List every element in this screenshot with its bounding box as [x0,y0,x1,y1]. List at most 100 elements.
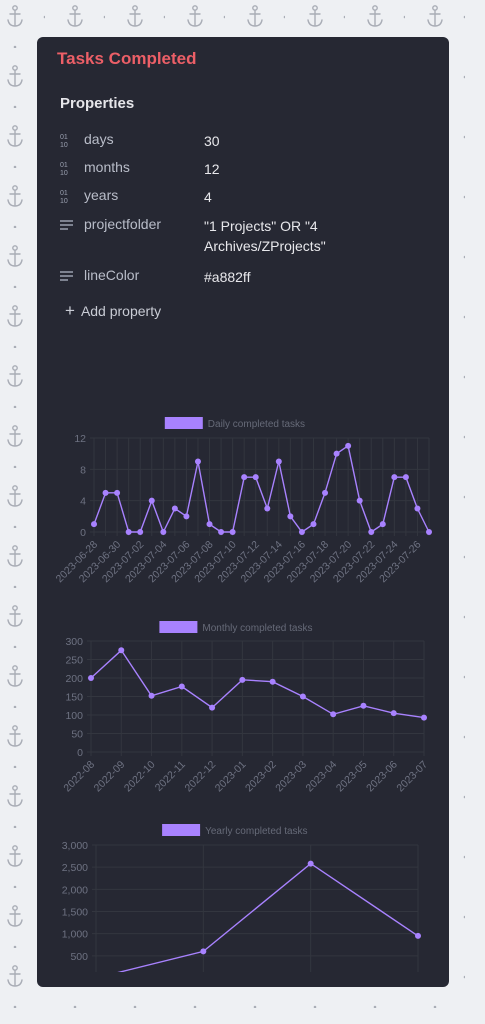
legend-label: Monthly completed tasks [202,623,312,634]
svg-text:01: 01 [60,190,68,197]
property-key: projectfolder [84,216,162,232]
data-point [379,521,386,528]
data-point [114,489,121,496]
data-point [160,529,167,535]
legend-label: Yearly completed tasks [205,826,307,837]
number-icon: 0110 [60,190,68,204]
y-tick-label: 250 [65,655,83,667]
y-tick-label: 150 [65,692,83,704]
svg-text:10: 10 [60,142,68,148]
data-point [287,513,294,520]
data-point [241,474,248,481]
text-lines-icon [60,271,73,281]
property-key: months [84,159,130,175]
data-point [200,948,207,955]
y-tick-label: 12 [74,433,86,445]
data-point [194,458,201,465]
data-point [330,711,337,718]
y-tick-label: 2,500 [62,862,88,874]
number-icon: 0110 [60,134,68,148]
series-line [90,649,425,719]
svg-text:10: 10 [60,198,68,204]
plus-icon: + [65,301,75,320]
property-value[interactable]: 4 [204,187,404,207]
y-tick-label: 1,500 [62,907,88,919]
data-point [206,521,213,528]
y-tick-label: 50 [71,729,83,741]
data-point [390,710,397,717]
data-point [183,513,190,520]
data-point [252,474,259,481]
data-point [239,676,246,683]
y-tick-label: 100 [65,710,83,722]
y-tick-label: 3,000 [62,840,88,852]
y-tick-label: 0 [77,747,83,759]
property-key: lineColor [84,267,140,283]
text-lines-icon [60,220,73,230]
y-tick-label: 2,000 [62,884,88,896]
y-tick-label: 0 [80,527,86,539]
y-tick-label: 1,000 [62,929,88,941]
property-value[interactable]: 12 [204,159,404,179]
data-point [102,489,109,496]
data-point [125,529,132,535]
add-property-label: Add property [80,303,162,319]
y-tick-label: 500 [70,951,88,963]
y-tick-label: 8 [80,464,86,476]
data-point [415,932,421,939]
legend-label: Daily completed tasks [208,419,305,430]
data-point [148,497,155,504]
data-point [310,521,317,528]
tasks-completed-card: Tasks Completed Properties 01 10 days 30 … [37,37,449,987]
data-point [356,497,363,504]
data-point [118,647,125,654]
data-point [426,529,432,535]
data-point [421,714,427,721]
property-value[interactable]: 30 [204,131,404,151]
data-point [91,521,97,528]
data-point [299,693,306,700]
property-key: days [84,131,114,147]
page-title: Tasks Completed [57,49,197,68]
data-point [264,505,271,512]
legend-swatch [159,621,198,633]
y-tick-label: 300 [65,636,83,648]
data-point [360,702,367,709]
y-tick-label: 4 [80,496,86,508]
yearly-chart: Yearly completed tasks05001,0001,5002,00… [62,824,421,972]
data-point [298,529,305,535]
data-point [322,489,329,496]
data-point [275,458,282,465]
legend-swatch [164,417,203,429]
data-point [307,860,314,867]
data-point [391,474,398,481]
data-point [229,529,236,535]
svg-text:01: 01 [60,162,68,169]
svg-text:10: 10 [60,170,68,176]
properties-heading: Properties [60,95,135,112]
data-point [171,505,178,512]
data-point [148,692,155,699]
data-point [178,683,185,690]
property-key: years [84,187,119,203]
property-value[interactable]: "1 Projects" OR "4 Archives/ZProjects" [204,216,404,256]
monthly-chart: Monthly completed tasks 0 50 100 150 200 250 30… [61,621,430,794]
data-point [218,529,225,535]
data-point [368,529,375,535]
daily-chart: Daily completed tasks048122023-06-282023… [54,417,432,585]
data-point [269,678,276,685]
data-point [137,529,144,535]
y-tick-label: 200 [65,673,83,685]
svg-text:01: 01 [60,134,68,141]
legend-swatch [162,824,201,836]
data-point [345,442,352,449]
add-property-button[interactable]: + Add property [65,301,161,321]
property-value[interactable]: #a882ff [204,267,404,287]
series-line [93,444,430,534]
data-point [209,704,216,711]
number-icon: 0110 [60,162,68,176]
data-point [88,675,94,681]
data-point [414,505,421,512]
data-point [402,474,409,481]
data-point [333,450,340,457]
